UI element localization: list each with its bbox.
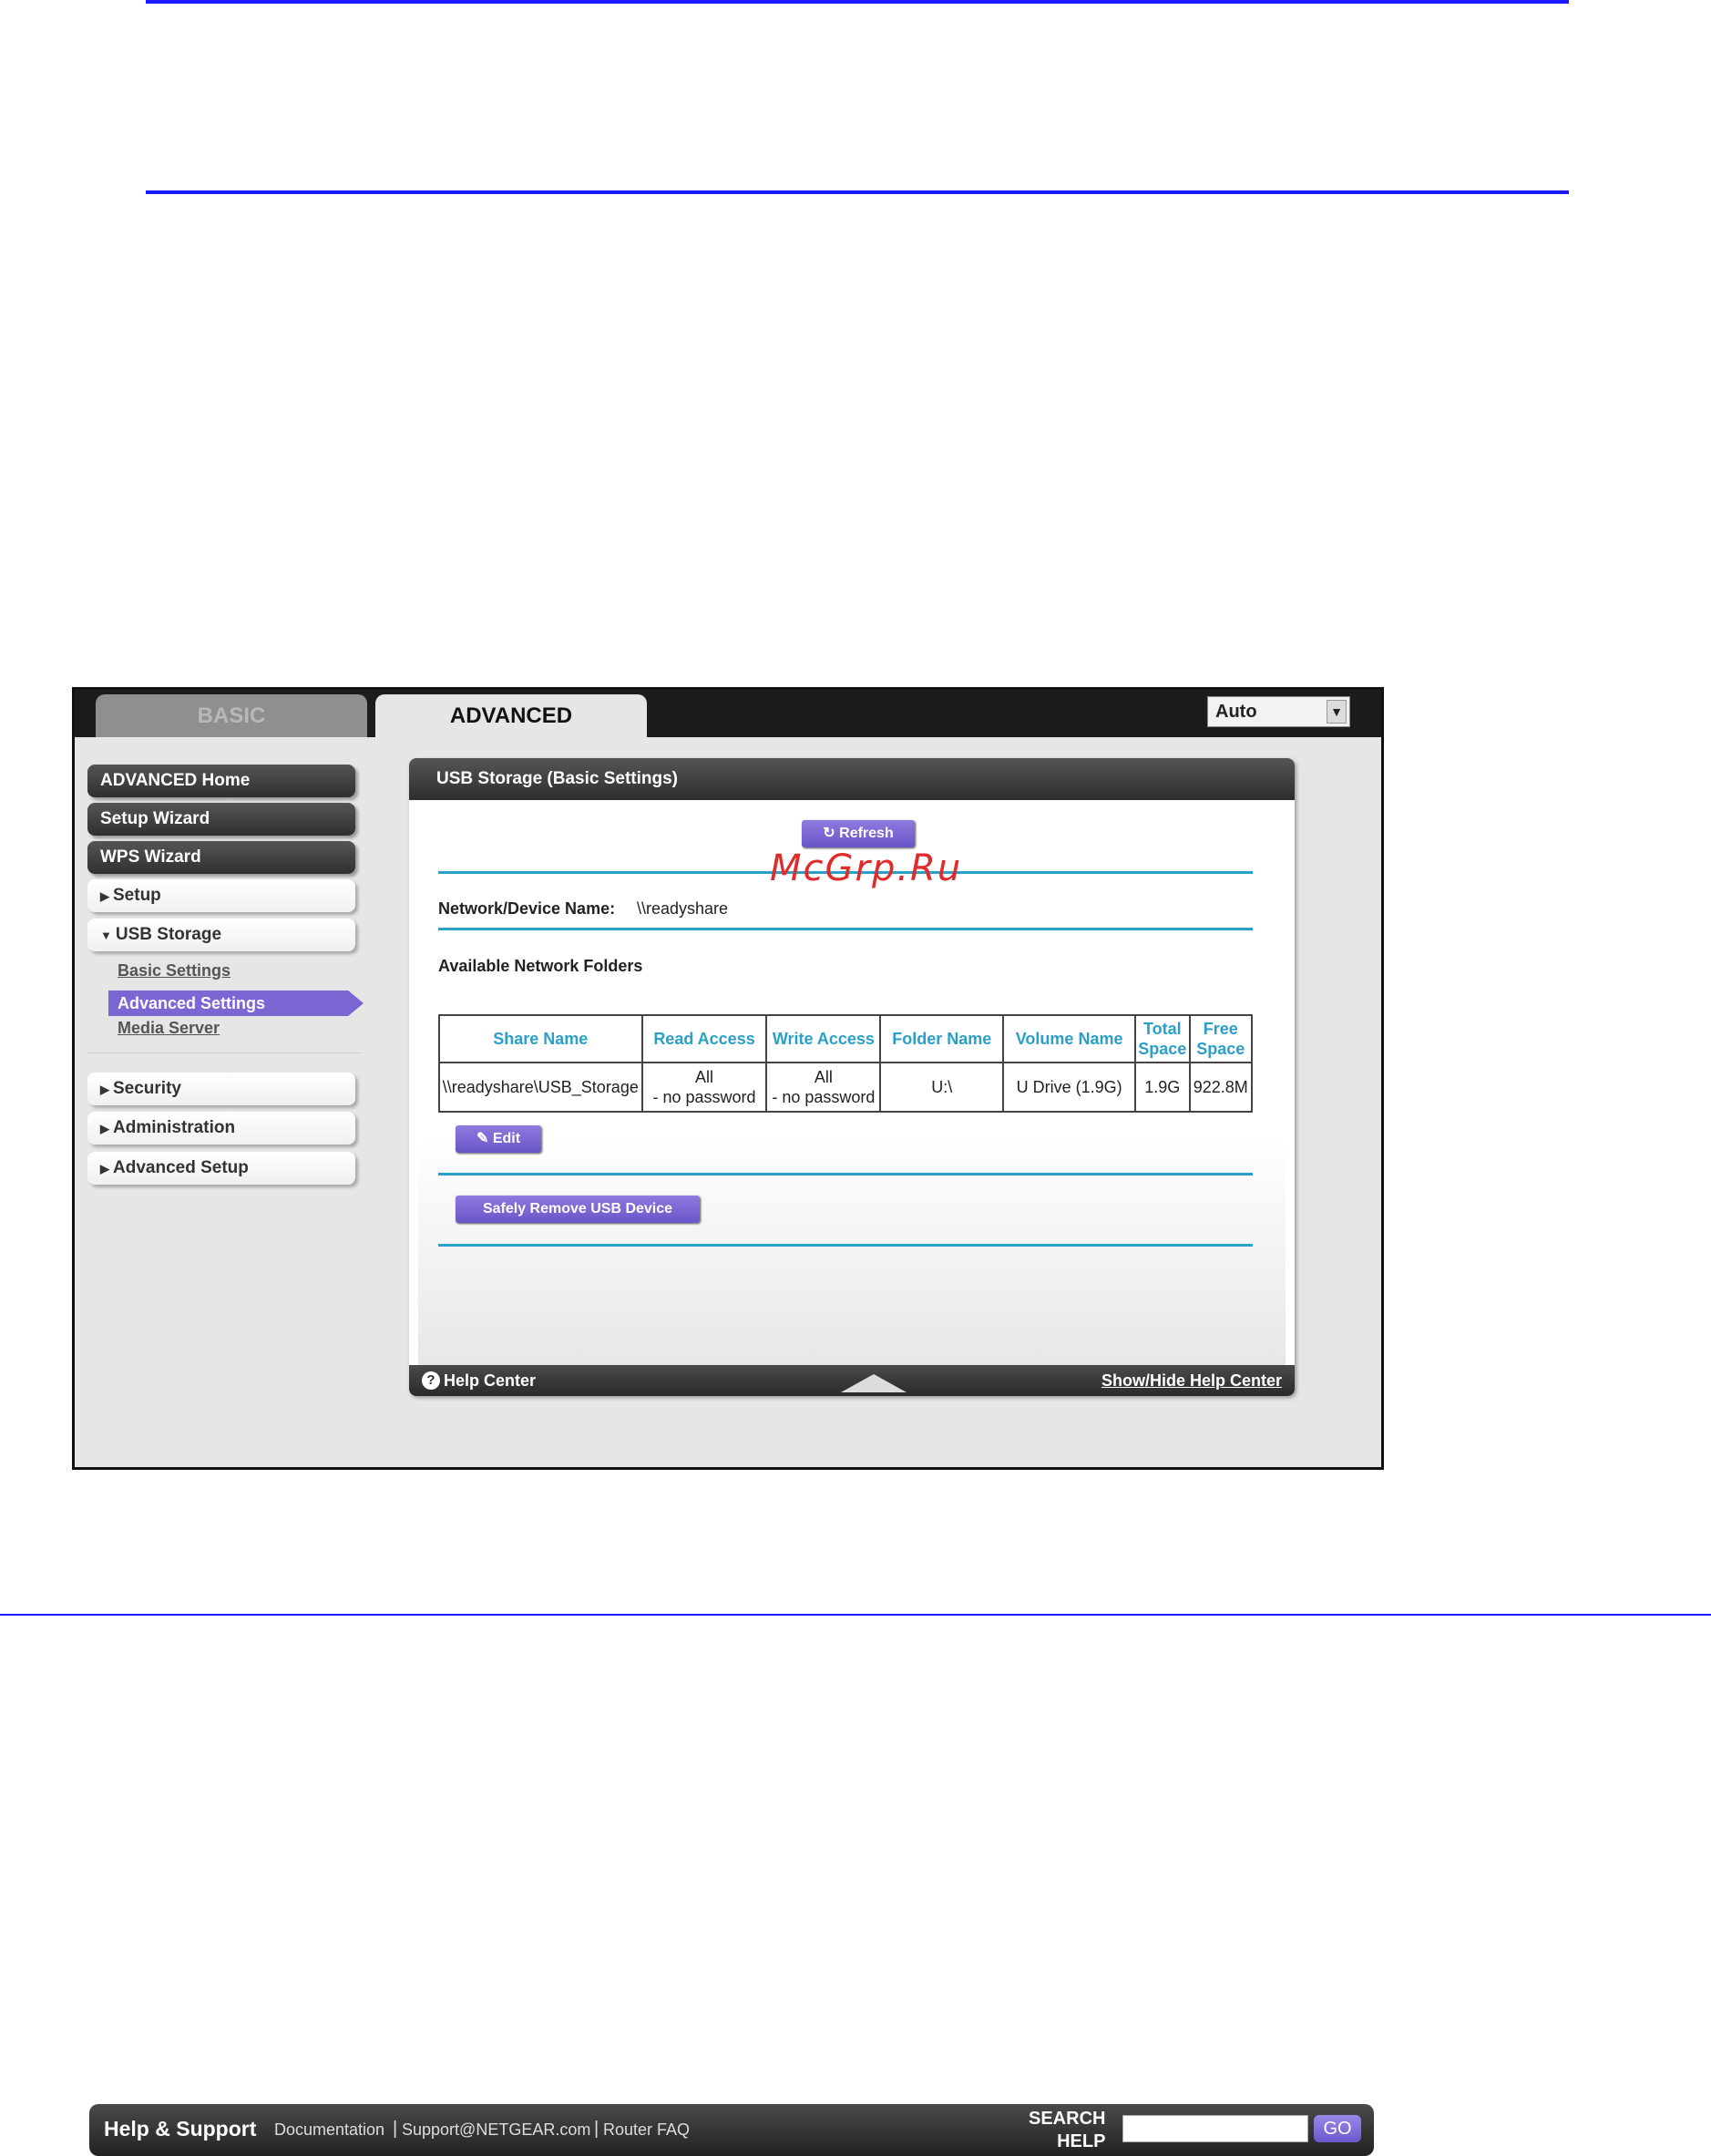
search-help-label-line2: HELP [1057, 2131, 1106, 2151]
cell-read-access: All - no password [640, 1062, 768, 1113]
sidebar-item-label: Advanced Setup [113, 1158, 249, 1177]
cell-write-access: All - no password [765, 1062, 882, 1113]
sidebar-item-label: Setup [113, 886, 161, 905]
refresh-label: Refresh [839, 826, 894, 841]
cell-read-access-line2: - no password [652, 1088, 756, 1106]
watermark-text: McGrp.Ru [770, 847, 963, 889]
sidebar-sub-advanced-settings[interactable]: Advanced Settings [108, 991, 364, 1016]
table-header-row: Share Name Read Access Write Access Fold… [438, 1014, 1253, 1063]
cell-share-name: \\readyshare\USB_Storage [438, 1062, 643, 1113]
refresh-button[interactable]: ↻ Refresh [802, 820, 915, 847]
language-select-value: Auto [1215, 702, 1257, 722]
router-ui-window: BASIC ADVANCED Auto ▼ ADVANCED Home Setu… [72, 687, 1384, 2156]
sidebar-item-advanced-home[interactable]: ADVANCED Home [87, 765, 355, 797]
refresh-icon: ↻ [823, 826, 835, 841]
tab-advanced[interactable]: ADVANCED [375, 694, 647, 737]
documentation-link[interactable]: Documentation [274, 2120, 384, 2140]
go-button[interactable]: GO [1314, 2115, 1361, 2142]
search-help-label: SEARCH HELP [1029, 2108, 1105, 2153]
sidebar-item-setup-wizard[interactable]: Setup Wizard [87, 803, 355, 836]
cell-free-space: 922.8M [1188, 1062, 1253, 1113]
sidebar-item-usb-storage[interactable]: ▼ USB Storage [87, 919, 355, 951]
sidebar-item-security[interactable]: ▶ Security [87, 1073, 355, 1105]
help-center-bar: ? Help Center Show/Hide Help Center [409, 1365, 1295, 1396]
panel-title: USB Storage (Basic Settings) [409, 758, 1295, 800]
device-name-value: \\readyshare [637, 899, 729, 918]
tab-basic[interactable]: BASIC [96, 694, 367, 737]
search-help-input[interactable] [1122, 2115, 1308, 2142]
sidebar-item-label: Security [113, 1079, 181, 1098]
col-read-access: Read Access [640, 1014, 768, 1063]
help-icon[interactable]: ? [422, 1371, 440, 1390]
cell-volume-name: U Drive (1.9G) [1002, 1062, 1137, 1113]
expand-arrow-icon[interactable] [841, 1374, 907, 1392]
table-row[interactable]: \\readyshare\USB_Storage All - no passwo… [438, 1062, 1253, 1113]
header-rule [146, 190, 1569, 194]
link-separator: | [594, 2119, 599, 2139]
col-folder-name: Folder Name [879, 1014, 1005, 1063]
triangle-right-icon: ▶ [100, 1083, 109, 1096]
sidebar-item-administration[interactable]: ▶ Administration [87, 1112, 355, 1145]
edit-button[interactable]: ✎ Edit [456, 1125, 541, 1153]
sidebar-divider [87, 1052, 361, 1053]
section-divider [438, 928, 1253, 930]
network-folders-table: Share Name Read Access Write Access Fold… [438, 1014, 1253, 1113]
content-area: ADVANCED Home Setup Wizard WPS Wizard ▶ S… [75, 737, 1381, 1467]
pencil-icon: ✎ [476, 1131, 489, 1146]
sidebar-item-label: Administration [113, 1118, 236, 1137]
col-free-space: Free Space [1188, 1014, 1253, 1063]
sidebar-sub-media-server[interactable]: Media Server [118, 1019, 220, 1038]
triangle-right-icon: ▶ [100, 1122, 109, 1135]
help-support-title: Help & Support [104, 2117, 257, 2141]
sidebar-item-label: USB Storage [115, 925, 222, 944]
sidebar-sub-basic-settings[interactable]: Basic Settings [118, 961, 231, 980]
section-divider [438, 1173, 1253, 1176]
help-center-label[interactable]: Help Center [444, 1365, 536, 1396]
cell-write-access-line1: All [814, 1068, 833, 1086]
device-name-label: Network/Device Name: [438, 899, 616, 918]
help-support-bar: Help & Support Documentation | Support@N… [89, 2104, 1374, 2156]
col-write-access: Write Access [765, 1014, 882, 1063]
tab-bar: BASIC ADVANCED Auto ▼ [75, 690, 1381, 737]
folders-heading: Available Network Folders [438, 957, 643, 975]
safely-remove-usb-button[interactable]: Safely Remove USB Device [456, 1196, 700, 1223]
cell-write-access-line2: - no password [772, 1088, 876, 1106]
sidebar-item-setup[interactable]: ▶ Setup [87, 879, 355, 912]
router-faq-link[interactable]: Router FAQ [603, 2120, 690, 2140]
search-help-label-line1: SEARCH [1029, 2109, 1106, 2129]
bottom-rule [0, 1614, 1711, 1616]
col-volume-name: Volume Name [1002, 1014, 1137, 1063]
triangle-down-icon: ▼ [100, 929, 112, 942]
cell-read-access-line1: All [695, 1068, 714, 1086]
link-separator: | [393, 2119, 398, 2139]
sidebar-item-advanced-setup[interactable]: ▶ Advanced Setup [87, 1152, 355, 1185]
show-hide-help-link[interactable]: Show/Hide Help Center [1101, 1365, 1282, 1396]
triangle-right-icon: ▶ [100, 889, 109, 903]
triangle-right-icon: ▶ [100, 1162, 109, 1176]
sidebar-item-wps-wizard[interactable]: WPS Wizard [87, 841, 355, 874]
chevron-down-icon[interactable]: ▼ [1327, 700, 1347, 724]
cell-total-space: 1.9G [1134, 1062, 1191, 1113]
language-select[interactable]: Auto ▼ [1207, 696, 1350, 727]
edit-label: Edit [492, 1131, 521, 1146]
cell-folder-name: U:\ [879, 1062, 1005, 1113]
col-share-name: Share Name [438, 1014, 643, 1063]
top-rule [146, 0, 1569, 4]
support-email-link[interactable]: Support@NETGEAR.com [402, 2120, 590, 2140]
section-divider [438, 1244, 1253, 1247]
col-total-space: Total Space [1134, 1014, 1191, 1063]
